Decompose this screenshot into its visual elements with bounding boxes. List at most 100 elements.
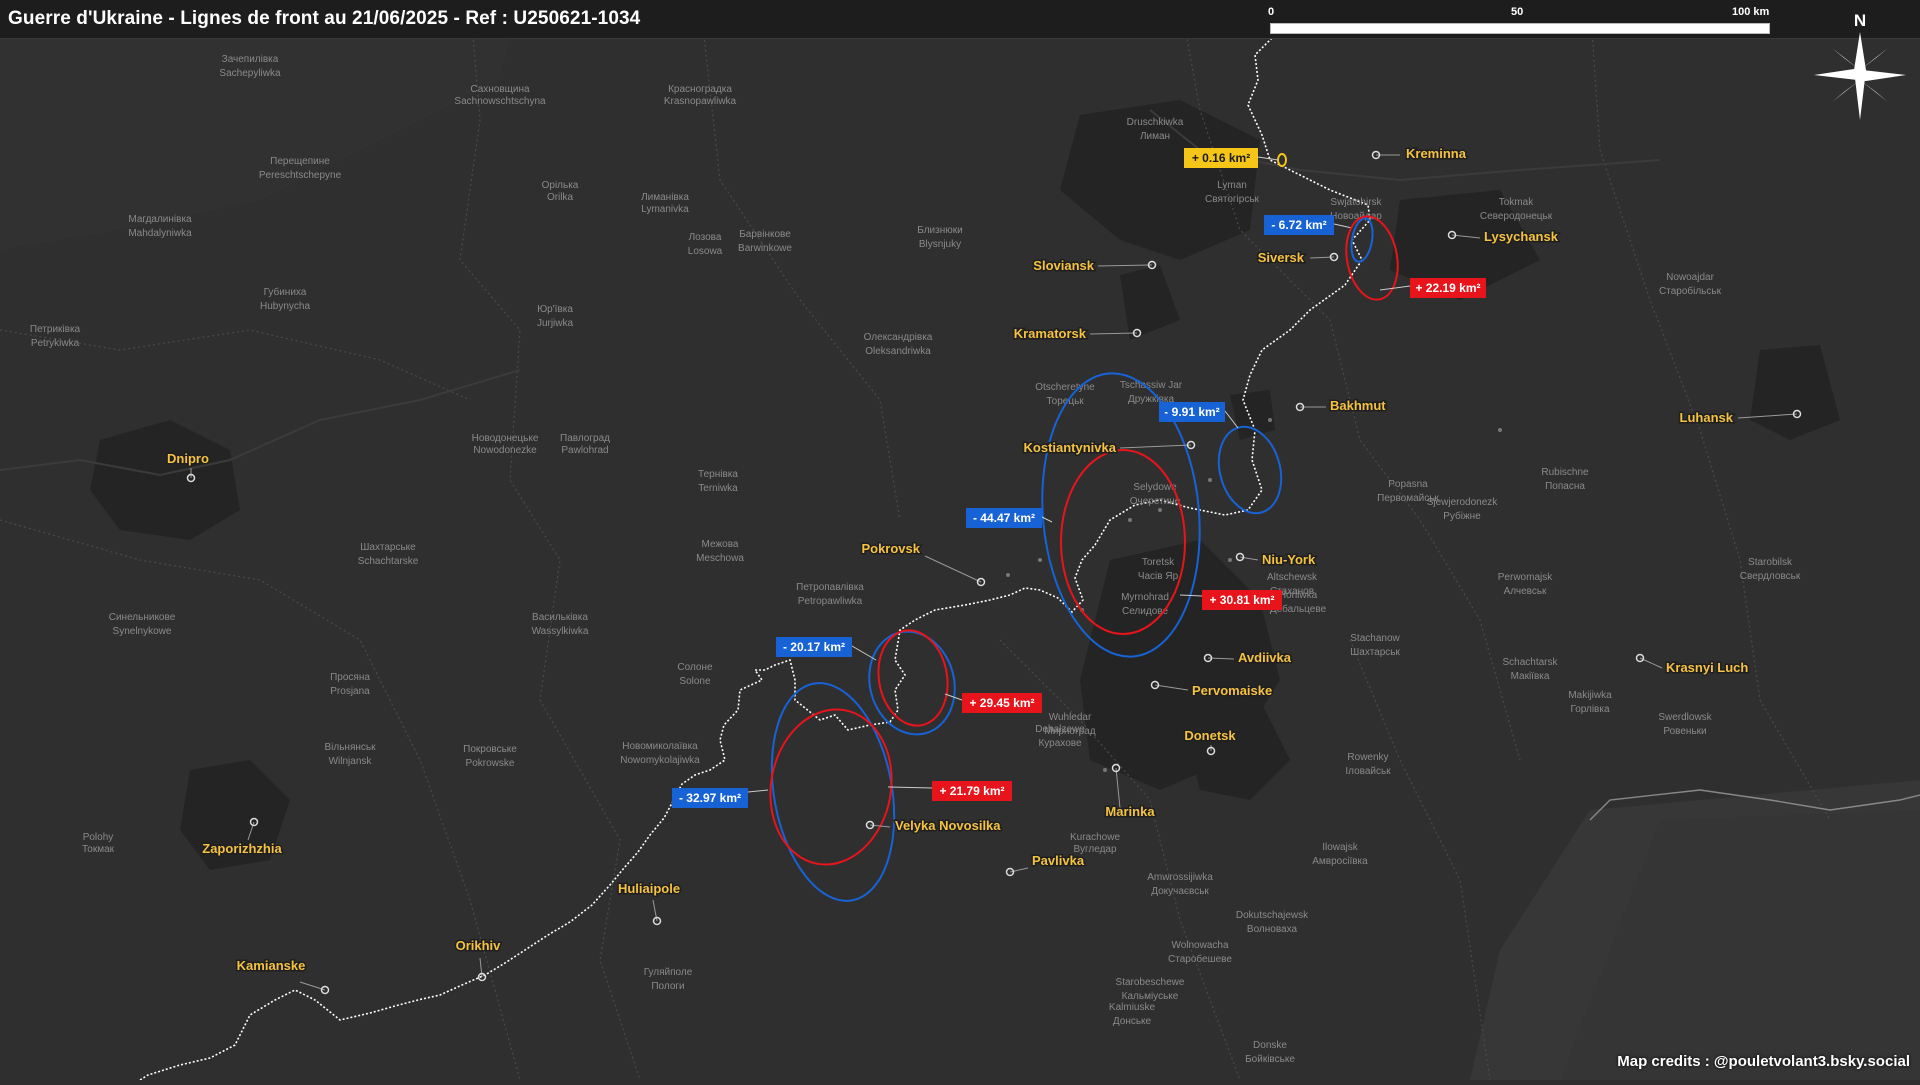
place-name-label: Sachnowschtschyna [454,96,546,107]
place-name-label: Мирноград [1044,726,1095,737]
city-label: Avdiivka [1238,650,1292,665]
place-name-label: Орілька [542,180,579,191]
place-name-label: Schachtarsk [1502,657,1558,668]
place-name-label: Сахновщина [470,84,530,95]
place-name-label: Altschewsk [1267,572,1318,583]
map[interactable]: Зачепилівка Sachepyliwka Сахновщина Sachnow… [0,0,1920,1081]
city-label: Donetsk [1184,728,1236,743]
compass-star-icon: N [1814,11,1906,120]
area-change-label: + 30.81 km² [1209,593,1274,607]
place-name-label: Северодонецьк [1480,211,1553,222]
place-name-label: Тернівка [698,469,738,480]
area-change-label: - 44.47 km² [973,511,1035,525]
town-marker-icon [1228,558,1232,562]
place-name-label: Petropawliwka [798,596,863,607]
town-marker-icon [1128,518,1132,522]
city-label: Pavlivka [1032,853,1085,868]
town-marker-icon [1208,478,1212,482]
place-name-label: Polohy [83,832,114,843]
place-name-label: Рубіжне [1443,510,1481,522]
town-marker-icon [1038,558,1042,562]
place-name-label: Пологи [651,981,684,992]
map-credits: Map credits : @pouletvolant3.bsky.social [1617,1053,1910,1070]
place-name-label: Schachtarske [358,556,419,567]
place-name-label: Олександрівка [864,332,933,343]
town-marker-icon [1268,418,1272,422]
city-label: Siversk [1258,250,1305,265]
place-name-label: Петропавлівка [796,582,864,593]
place-name-label: Wilnjansk [329,756,373,767]
place-name-label: Часів Яр [1138,571,1179,582]
place-name-label: Myrnohrad [1121,592,1169,603]
place-name-label: Kurachowe [1070,832,1120,843]
place-name-label: Lyman [1217,180,1247,191]
place-name-label: Lymanivka [641,204,689,215]
city-label: Dnipro [167,451,209,466]
place-name-label: Jurjiwka [537,318,574,329]
place-name-label: Очеретине [1130,496,1181,507]
town-marker-icon [1006,573,1010,577]
place-name-label: Курахове [1038,738,1081,749]
city-label: Krasnyi Luch [1666,660,1748,675]
place-name-label: Losowa [688,246,723,257]
place-name-label: Новодонецьке [472,433,539,444]
place-name-label: Алчевськ [1504,586,1547,597]
place-name-label: Попасна [1545,481,1585,492]
place-name-label: Otscheretyne [1035,382,1095,393]
place-name-label: Волноваха [1247,924,1298,935]
area-change-label: + 0.16 km² [1192,151,1250,165]
place-name-label: Докучаєвськ [1151,886,1209,897]
area-change-label: + 29.45 km² [969,696,1034,710]
area-change-label: - 32.97 km² [679,791,741,805]
place-name-label: Dokutschajewsk [1236,910,1309,921]
place-name-label: Солоне [677,662,713,673]
place-name-label: Просяна [330,672,370,683]
place-name-label: Синельникове [109,612,176,623]
city-label: Sloviansk [1033,258,1094,273]
place-name-label: Лиман [1140,131,1170,142]
place-name-label: Юр'ївка [537,304,573,315]
place-name-label: Pokrowske [466,758,515,769]
place-name-label: Druschkiwka [1127,117,1184,128]
place-name-label: Шахтарськ [1350,647,1400,658]
city-label: Kamianske [237,958,306,973]
city-label: Pokrovsk [861,541,920,556]
scale-label-end: 100 km [1732,6,1770,18]
city-label: Luhansk [1680,410,1734,425]
place-name-label: Бойківське [1245,1054,1295,1065]
scale-segment-2 [1520,24,1769,33]
place-name-label: Sachepyliwka [219,68,281,79]
place-name-label: Токмак [82,844,115,855]
scale-label-mid: 50 [1511,6,1524,18]
place-name-label: Макіївка [1511,671,1550,682]
place-name-label: Blysnjuky [919,239,961,250]
city-label: Kostiantynivka [1024,440,1117,455]
city-label: Velyka Novosilka [895,818,1001,833]
city-label: Niu-York [1262,552,1316,567]
north-label: N [1854,11,1866,30]
place-name-label: Васильківка [532,612,588,623]
place-name-label: Hubynycha [260,301,310,312]
place-name-label: Гуляйполе [644,967,693,978]
place-name-label: Шахтарське [360,542,416,553]
place-name-label: Wolnowacha [1171,940,1229,951]
place-name-label: Магдалинівка [128,214,192,225]
town-marker-icon [1158,508,1162,512]
place-name-label: Свердловськ [1740,571,1801,582]
place-name-label: Tschassiw Jar [1120,380,1183,391]
place-name-label: Donske [1253,1040,1287,1051]
town-marker-icon [1103,768,1107,772]
place-name-label: Meschowa [696,553,744,564]
place-name-label: Покровське [463,744,517,755]
place-name-label: Святогірськ [1205,194,1260,205]
area-change-label: + 21.79 km² [939,784,1004,798]
place-name-label: Амвросіївка [1312,856,1368,867]
place-name-label: Лиманівка [641,192,689,203]
city-label: Pervomaiske [1192,683,1272,698]
city-label: Bakhmut [1330,398,1386,413]
place-name-label: Rubischne [1541,467,1589,478]
place-name-label: Ровеньки [1663,726,1706,737]
map-canvas: Зачепилівка Sachepyliwka СахновщинаSachnow… [0,0,1920,1081]
place-name-label: Petrykiwka [31,338,80,349]
place-name-label: Nowodonezke [473,445,537,456]
